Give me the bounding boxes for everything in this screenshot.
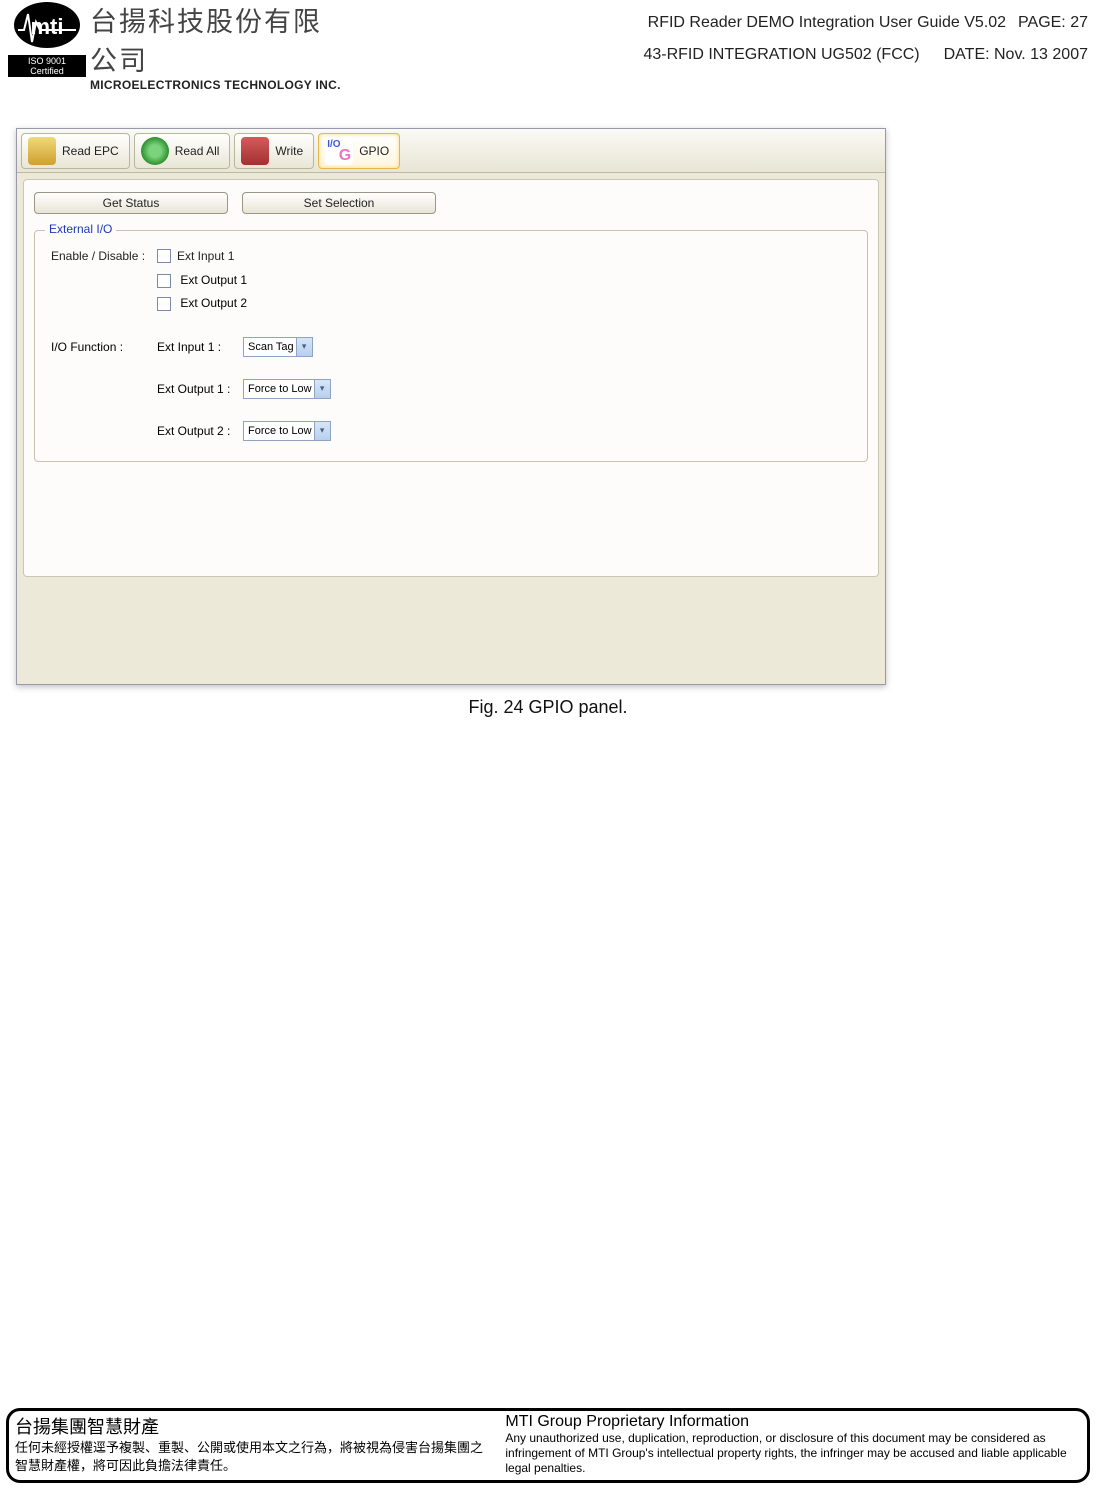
write-label: Write [275, 144, 303, 158]
ext-input1-checkbox[interactable] [157, 249, 171, 263]
read-all-label: Read All [175, 144, 220, 158]
gpio-panel: Get Status Set Selection External I/O En… [23, 179, 879, 577]
ext-input1-func-label: Ext Input 1 : [157, 340, 243, 354]
ext-input1-select-value: Scan Tag [248, 341, 296, 353]
read-epc-button[interactable]: Read EPC [21, 133, 130, 169]
doc-id: 43-RFID INTEGRATION UG502 (FCC) [643, 46, 919, 64]
ext-output2-select-value: Force to Low [248, 425, 314, 437]
read-epc-label: Read EPC [62, 144, 119, 158]
ext-input1-checkbox-label: Ext Input 1 [177, 249, 234, 263]
company-name-cn: 台揚科技股份有限公司 [90, 0, 348, 78]
io-function-label: I/O Function : [51, 340, 157, 354]
company-name-en: MICROELECTRONICS TECHNOLOGY INC. [90, 78, 348, 92]
write-icon [241, 137, 269, 165]
ext-output1-select[interactable]: Force to Low ▾ [243, 379, 331, 399]
gpio-icon [325, 137, 353, 165]
page-header: mti ISO 9001 Certified 台揚科技股份有限公司 MICROE… [8, 0, 1088, 92]
read-epc-icon [28, 137, 56, 165]
footer-notice: 台揚集團智慧財產 任何未經授權逕予複製、重製、公開或使用本文之行為，將被視為侵害… [6, 1408, 1090, 1483]
footer-body-cn: 任何未經授權逕予複製、重製、公開或使用本文之行為，將被視為侵害台揚集團之智慧財產… [15, 1439, 495, 1475]
ext-output1-checkbox[interactable] [157, 274, 171, 288]
ext-output1-checkbox-label: Ext Output 1 [180, 273, 247, 287]
footer-title-en: MTI Group Proprietary Information [505, 1413, 1081, 1431]
ext-output2-checkbox[interactable] [157, 297, 171, 311]
groupbox-title: External I/O [45, 222, 116, 236]
app-screenshot: Read EPC Read All Write GPIO Get Status … [16, 128, 886, 685]
ext-output2-func-label: Ext Output 2 : [157, 424, 243, 438]
footer-title-cn: 台揚集團智慧財產 [15, 1413, 495, 1439]
chevron-down-icon: ▾ [296, 338, 312, 356]
iso-cert-badge: ISO 9001 Certified [8, 55, 86, 77]
ext-output1-select-value: Force to Low [248, 383, 314, 395]
read-all-button[interactable]: Read All [134, 133, 231, 169]
footer-body-en: Any unauthorized use, duplication, repro… [505, 1431, 1081, 1476]
logo: mti ISO 9001 Certified [8, 0, 86, 77]
doc-title: RFID Reader DEMO Integration User Guide … [648, 14, 1006, 32]
page-number: PAGE: 27 [1018, 14, 1088, 32]
toolbar: Read EPC Read All Write GPIO [17, 129, 885, 173]
ext-output2-select[interactable]: Force to Low ▾ [243, 421, 331, 441]
external-io-groupbox: External I/O Enable / Disable : Ext Inpu… [34, 230, 868, 462]
chevron-down-icon: ▾ [314, 422, 330, 440]
ext-output1-func-label: Ext Output 1 : [157, 382, 243, 396]
chevron-down-icon: ▾ [314, 380, 330, 398]
read-all-icon [141, 137, 169, 165]
set-selection-button[interactable]: Set Selection [242, 192, 436, 214]
figure-caption: Fig. 24 GPIO panel. [8, 697, 1088, 718]
gpio-button[interactable]: GPIO [318, 133, 400, 169]
gpio-label: GPIO [359, 144, 389, 158]
enable-disable-label: Enable / Disable : [51, 249, 157, 263]
ext-input1-select[interactable]: Scan Tag ▾ [243, 337, 313, 357]
ext-output2-checkbox-label: Ext Output 2 [180, 296, 247, 310]
write-button[interactable]: Write [234, 133, 314, 169]
get-status-button[interactable]: Get Status [34, 192, 228, 214]
doc-date: DATE: Nov. 13 2007 [944, 46, 1088, 64]
